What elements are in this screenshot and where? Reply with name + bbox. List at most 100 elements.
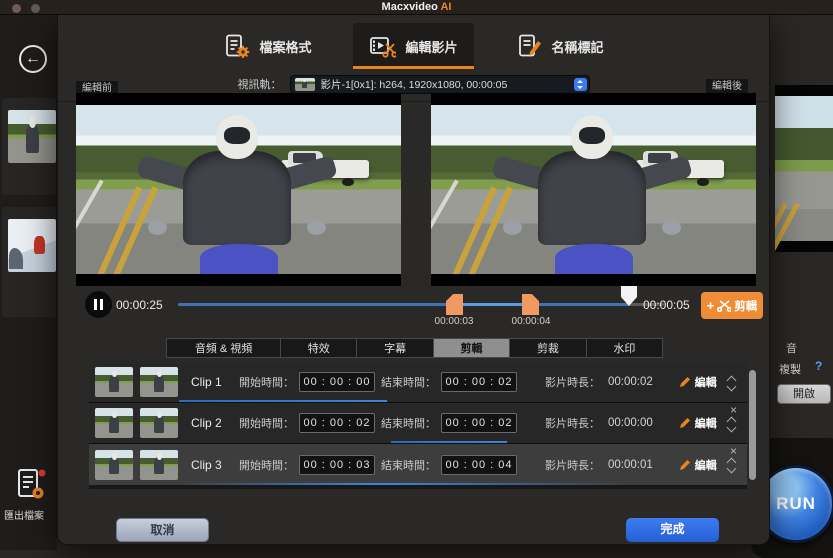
video-track-dropdown[interactable]: 影片-1[0x1]: h264, 1920x1080, 00:00:05: [290, 75, 590, 94]
pencil-icon: [679, 417, 691, 429]
clip-row-1[interactable]: Clip 1 開始時間： 00 : 00 : 00 結束時間： 00 : 00 …: [89, 362, 747, 403]
background-video-frame: [775, 96, 833, 241]
clip-frame-thumbnail: [140, 450, 178, 480]
duration-label: 影片時長：: [545, 415, 600, 431]
move-down-icon[interactable]: [727, 382, 737, 392]
trim-end-time: 00:00:04: [501, 316, 561, 327]
clip-name: Clip 2: [191, 416, 239, 430]
end-time-input[interactable]: 00 : 00 : 04: [441, 455, 517, 475]
export-file-icon[interactable]: [16, 468, 46, 502]
preview-after-video: [431, 93, 756, 286]
start-time-label: 開始時間：: [239, 457, 294, 473]
timeline-slider[interactable]: [178, 303, 664, 306]
duration-label: 影片時長：: [545, 374, 600, 390]
end-time-label: 結束時間：: [381, 374, 436, 390]
tab-crop[interactable]: 剪裁: [509, 339, 585, 357]
clip-frame-thumbnail: [140, 408, 178, 438]
pause-button[interactable]: [85, 291, 112, 318]
end-time-input[interactable]: 00 : 00 : 02: [441, 413, 517, 433]
background-player: [775, 85, 833, 252]
clipped-label: 音: [786, 340, 797, 356]
start-time-input[interactable]: 00 : 00 : 00: [299, 372, 375, 392]
video-frame: [431, 105, 756, 274]
cancel-button[interactable]: 取消: [116, 518, 209, 542]
done-button[interactable]: 完成: [626, 518, 719, 542]
tab-audio-video[interactable]: 音頻 & 視頻: [167, 339, 280, 357]
scissors-icon: [717, 300, 731, 312]
sidebar-clip-card-1[interactable]: [2, 98, 56, 195]
clip-frame-thumbnail: [95, 408, 133, 438]
reorder-controls: [727, 456, 737, 474]
pencil-icon: [679, 459, 691, 471]
duration-label: 影片時長：: [545, 457, 600, 473]
trim-end-handle[interactable]: [522, 294, 539, 315]
after-badge: 編輯後: [706, 79, 748, 94]
edit-video-dialog: 檔案格式 編輯影片 名稱標記 視訊軌: [57, 15, 770, 545]
start-time-input[interactable]: 00 : 00 : 02: [299, 413, 375, 433]
clip-name: Clip 3: [191, 458, 239, 472]
video-frame: [76, 105, 401, 274]
back-arrow-icon[interactable]: ←: [19, 45, 47, 73]
pencil-icon: [679, 376, 691, 388]
edit-video-icon: [369, 34, 396, 58]
clip-name: Clip 1: [191, 375, 239, 389]
sidebar: ← 匯出檔案: [0, 15, 57, 550]
cut-button[interactable]: + 剪輯: [701, 292, 763, 319]
dropdown-stepper-icon[interactable]: [574, 78, 587, 91]
track-thumbnail: [295, 78, 315, 91]
preview-before-video: [76, 93, 401, 286]
help-icon[interactable]: ?: [815, 359, 822, 373]
copy-label: 複製: [779, 361, 801, 377]
file-format-icon: [223, 34, 250, 58]
clip-row-2[interactable]: Clip 2 開始時間： 00 : 00 : 02 結束時間： 00 : 00 …: [89, 403, 747, 444]
tab-label: 檔案格式: [259, 37, 311, 56]
start-time-label: 開始時間：: [239, 374, 294, 390]
open-folder-button[interactable]: 開啟: [777, 384, 831, 404]
move-down-icon[interactable]: [727, 423, 737, 433]
name-tag-icon: [516, 34, 543, 58]
current-time: 00:00:25: [116, 298, 163, 312]
titlebar: Macxvideo AI: [0, 0, 833, 15]
clip-thumbnail: [8, 219, 56, 272]
motorcyclist: [76, 105, 401, 274]
end-time-label: 結束時間：: [381, 457, 436, 473]
edit-clip-button[interactable]: 編輯: [679, 374, 717, 390]
reorder-controls: [727, 415, 737, 433]
video-track-label: 視訊軌：: [238, 76, 282, 92]
move-down-icon[interactable]: [727, 464, 737, 474]
total-time: 00:00:05: [643, 298, 690, 312]
tab-label: 名稱標記: [552, 37, 604, 56]
end-time-input[interactable]: 00 : 00 : 02: [441, 372, 517, 392]
motorcyclist: [431, 105, 756, 274]
app-title: Macxvideo AI: [0, 1, 833, 13]
track-value: 影片-1[0x1]: h264, 1920x1080, 00:00:05: [321, 77, 508, 92]
clip-frame-thumbnail: [140, 367, 178, 397]
tab-trim[interactable]: 剪輯: [433, 339, 509, 357]
duration-value: 00:00:02: [608, 376, 653, 388]
end-time-label: 結束時間：: [381, 415, 436, 431]
sidebar-clip-card-2[interactable]: [2, 207, 56, 317]
tab-watermark[interactable]: 水印: [586, 339, 662, 357]
tab-subtitles[interactable]: 字幕: [356, 339, 432, 357]
clip-thumbnail: [8, 110, 56, 163]
tab-file-format[interactable]: 檔案格式: [207, 23, 327, 69]
clip-list-scrollbar[interactable]: [749, 370, 756, 480]
edit-clip-button[interactable]: 編輯: [679, 415, 717, 431]
cut-label: 剪輯: [734, 298, 757, 314]
reorder-controls: [727, 374, 737, 392]
duration-value: 00:00:00: [608, 417, 653, 429]
trim-start-handle[interactable]: [446, 294, 463, 315]
export-label: 匯出檔案: [0, 507, 57, 522]
trim-start-time: 00:00:03: [424, 316, 484, 327]
tab-effects[interactable]: 特效: [280, 339, 356, 357]
tab-edit-video[interactable]: 編輯影片: [353, 23, 473, 69]
clip-frame-thumbnail: [95, 367, 133, 397]
start-time-input[interactable]: 00 : 00 : 03: [299, 455, 375, 475]
clip-row-3[interactable]: Clip 3 開始時間： 00 : 00 : 03 結束時間： 00 : 00 …: [89, 444, 747, 485]
edit-clip-button[interactable]: 編輯: [679, 457, 717, 473]
duration-value: 00:00:01: [608, 459, 653, 471]
tab-name-tag[interactable]: 名稱標記: [500, 23, 620, 69]
clip-list: Clip 1 開始時間： 00 : 00 : 00 結束時間： 00 : 00 …: [89, 362, 747, 489]
start-time-label: 開始時間：: [239, 415, 294, 431]
dialog-tabbar: 檔案格式 編輯影片 名稱標記: [58, 23, 769, 69]
